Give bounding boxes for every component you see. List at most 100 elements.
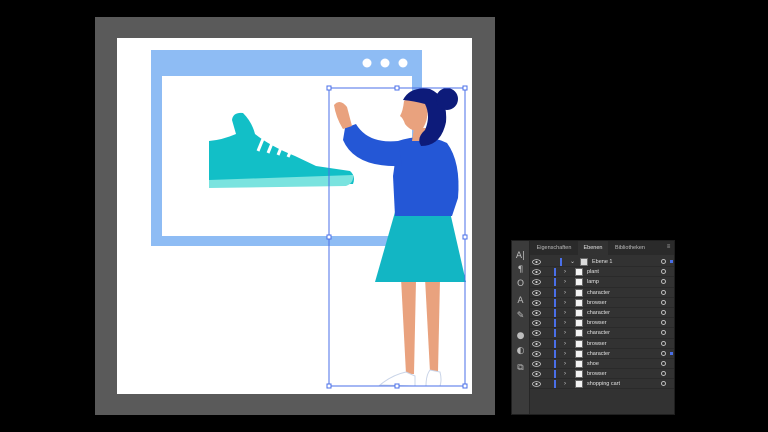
visibility-eye-icon[interactable] [532, 340, 541, 347]
layer-target-icon[interactable] [661, 309, 666, 315]
visibility-eye-icon[interactable] [532, 350, 541, 357]
browser-dot-2 [380, 58, 390, 68]
layer-row[interactable]: › plant [530, 267, 674, 278]
layer-thumbnail [575, 329, 583, 338]
layers-stack-icon[interactable]: ⧉ [514, 363, 527, 374]
expand-chevron-right-icon[interactable]: › [564, 349, 566, 359]
layer-name[interactable]: character [587, 288, 610, 298]
color-icon[interactable]: ◐ [514, 346, 527, 357]
visibility-eye-icon[interactable] [532, 279, 541, 286]
layer-target-icon[interactable] [661, 371, 666, 377]
layer-target-icon[interactable] [661, 269, 666, 275]
visibility-eye-icon[interactable] [532, 310, 541, 316]
layer-row[interactable]: › shoe [530, 359, 674, 370]
expand-chevron-right-icon[interactable]: › [564, 277, 566, 287]
expand-chevron-right-icon[interactable]: › [564, 288, 566, 298]
layer-target-icon[interactable] [661, 350, 666, 356]
layer-name[interactable]: browser [587, 339, 607, 349]
layer-name[interactable]: character [587, 328, 610, 338]
tab-properties[interactable]: Eigenschaften [530, 241, 578, 255]
layer-target-icon[interactable] [661, 320, 666, 326]
layer-row[interactable]: › character [530, 288, 674, 298]
handle-bottom-left[interactable] [326, 383, 332, 389]
layer-name[interactable]: character [587, 349, 610, 359]
layer-target-icon[interactable] [661, 289, 666, 295]
sweater [393, 136, 459, 216]
layer-row[interactable]: › browser [530, 318, 674, 329]
expand-chevron-right-icon[interactable]: › [564, 308, 566, 318]
expand-chevron-right-icon[interactable]: › [564, 369, 566, 379]
handle-bottom-center[interactable] [394, 383, 400, 389]
layer-row[interactable]: › browser [530, 369, 674, 380]
paragraph-icon[interactable]: ¶ [514, 265, 527, 276]
visibility-eye-icon[interactable] [532, 371, 541, 377]
layer-name[interactable]: shopping cart [587, 379, 620, 389]
visibility-eye-icon[interactable] [532, 320, 541, 326]
layer-color-bar [554, 268, 556, 277]
layer-name[interactable]: browser [587, 318, 607, 328]
handle-bottom-right[interactable] [462, 383, 468, 389]
layer-target-icon[interactable] [661, 340, 666, 346]
layers-list: ⌄ Ebene 1 › plant › lamp › character › browser ›… [530, 257, 674, 390]
handle-middle-right[interactable] [462, 234, 468, 240]
left-leg [401, 278, 416, 374]
handle-top-center[interactable] [394, 85, 400, 91]
layer-row-top[interactable]: ⌄ Ebene 1 [530, 257, 674, 268]
visibility-eye-icon[interactable] [532, 259, 541, 265]
layer-row[interactable]: › character [530, 328, 674, 339]
layer-name[interactable]: character [587, 308, 610, 318]
appearance-icon[interactable]: ● [514, 331, 527, 342]
character-panel-icon[interactable]: A| [514, 251, 527, 262]
visibility-eye-icon[interactable] [532, 361, 541, 367]
handle-top-right[interactable] [462, 85, 468, 91]
expand-chevron-right-icon[interactable]: › [564, 298, 566, 308]
panel-menu-icon[interactable]: ≡ [665, 243, 672, 252]
layer-thumbnail [575, 359, 583, 368]
layer-color-bar [554, 278, 556, 287]
layer-target-icon[interactable] [661, 330, 666, 336]
visibility-eye-icon[interactable] [532, 330, 541, 337]
layer-target-icon[interactable] [661, 381, 666, 387]
layer-target-icon[interactable] [661, 259, 666, 264]
illustrator-workspace: A| ¶ O A ✎ ● ◐ ⧉ Eigenschaften Ebenen Bibliothe… [0, 0, 768, 432]
layer-color-bar [554, 339, 556, 348]
glyph-icon[interactable]: A [514, 296, 527, 307]
visibility-eye-icon[interactable] [532, 289, 541, 296]
handle-top-left[interactable] [326, 85, 332, 91]
expand-chevron-down-icon[interactable]: ⌄ [570, 257, 575, 267]
layer-thumbnail [575, 349, 583, 358]
layer-target-icon[interactable] [661, 279, 666, 285]
expand-chevron-right-icon[interactable]: › [564, 379, 566, 389]
layer-row[interactable]: › browser [530, 298, 674, 308]
layer-row[interactable]: › browser [530, 339, 674, 349]
layer-name[interactable]: browser [587, 298, 607, 308]
expand-chevron-right-icon[interactable]: › [564, 267, 566, 277]
expand-chevron-right-icon[interactable]: › [564, 318, 566, 328]
tab-libraries[interactable]: Bibliotheken [608, 241, 652, 255]
layer-target-icon[interactable] [661, 299, 666, 305]
layer-name[interactable]: Ebene 1 [592, 257, 613, 267]
layer-name[interactable]: plant [587, 267, 599, 277]
expand-chevron-right-icon[interactable]: › [564, 339, 566, 349]
opentype-icon[interactable]: O [514, 279, 527, 290]
expand-chevron-right-icon[interactable]: › [564, 328, 566, 338]
layer-row[interactable]: › character [530, 349, 674, 359]
expand-chevron-right-icon[interactable]: › [564, 359, 566, 369]
layer-name[interactable]: lamp [587, 277, 599, 287]
brush-icon[interactable]: ✎ [514, 311, 527, 322]
layer-row[interactable]: › character [530, 308, 674, 319]
layer-row[interactable]: › lamp [530, 277, 674, 288]
visibility-eye-icon[interactable] [532, 299, 541, 306]
visibility-eye-icon[interactable] [532, 269, 541, 275]
layer-thumbnail [575, 268, 583, 277]
handle-middle-left[interactable] [326, 234, 332, 240]
tab-layers[interactable]: Ebenen [578, 241, 608, 255]
panel-tabs: Eigenschaften Ebenen Bibliotheken ≡ [530, 241, 674, 255]
layer-name[interactable]: shoe [587, 359, 599, 369]
layer-thumbnail [580, 258, 588, 266]
layer-color-bar [554, 349, 556, 358]
visibility-eye-icon[interactable] [532, 381, 541, 388]
layer-target-icon[interactable] [661, 360, 666, 366]
layer-row[interactable]: › shopping cart [530, 379, 674, 390]
layer-name[interactable]: browser [587, 369, 607, 379]
